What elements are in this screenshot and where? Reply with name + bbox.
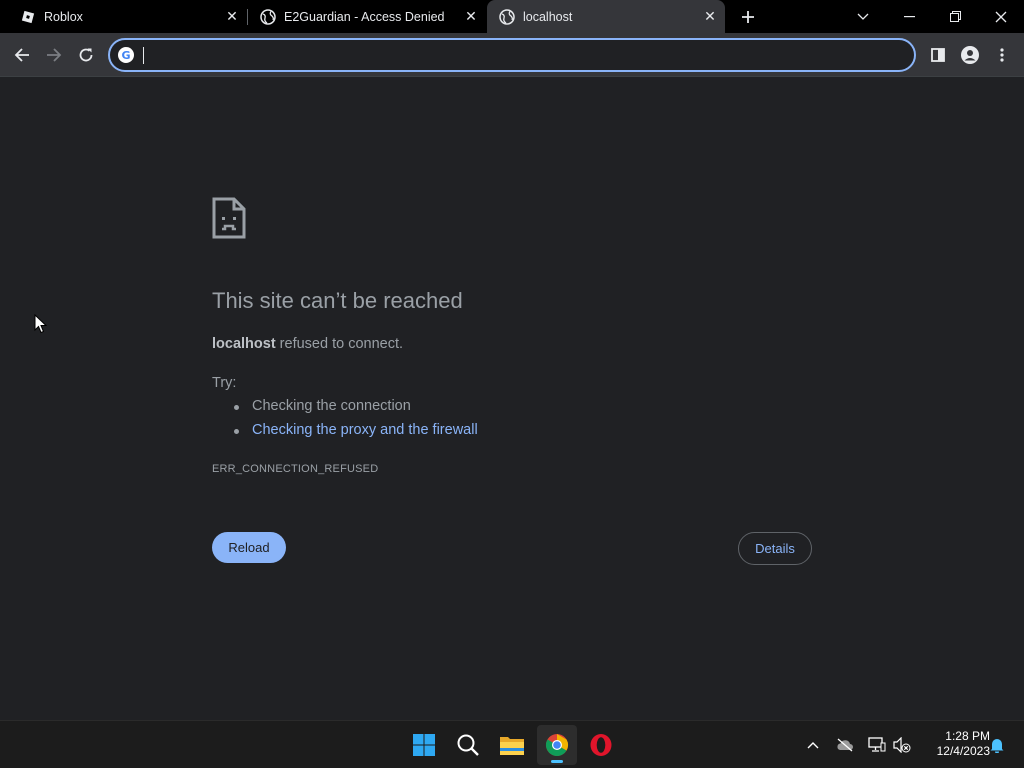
reload-toolbar-button[interactable] <box>70 39 102 71</box>
try-label: Try: <box>212 375 237 391</box>
more-vert-icon <box>1000 48 1004 62</box>
show-hidden-icons-button[interactable] <box>801 733 825 757</box>
tab-close-icon[interactable]: ✕ <box>224 8 240 24</box>
roblox-icon <box>20 9 36 25</box>
chevron-up-icon <box>807 742 819 749</box>
windows-start-button[interactable] <box>404 725 444 765</box>
forward-button[interactable] <box>38 39 70 71</box>
address-input[interactable] <box>142 44 902 66</box>
plus-icon <box>742 11 754 23</box>
menu-button[interactable] <box>986 39 1018 71</box>
opera-icon <box>590 734 612 756</box>
cloud-off-icon <box>837 738 853 752</box>
error-message-text: refused to connect. <box>275 336 404 352</box>
active-app-indicator <box>551 760 563 763</box>
chrome-taskbar-button[interactable] <box>537 725 577 765</box>
profile-button[interactable] <box>954 39 986 71</box>
details-button[interactable]: Details <box>738 532 812 565</box>
new-tab-button[interactable] <box>737 6 759 28</box>
tab-close-icon[interactable]: ✕ <box>702 8 718 24</box>
sad-page-icon <box>212 197 246 239</box>
tab-search-button[interactable] <box>840 0 886 33</box>
windows-start-icon <box>413 734 435 756</box>
refresh-icon <box>79 48 93 62</box>
network-button[interactable] <box>865 733 889 757</box>
close-window-button[interactable] <box>978 0 1024 33</box>
proxy-firewall-link[interactable]: Checking the proxy and the firewall <box>212 422 478 446</box>
tab-title: Roblox <box>44 10 83 24</box>
error-code: ERR_CONNECTION_REFUSED <box>212 463 379 475</box>
restore-icon <box>949 11 961 22</box>
address-bar[interactable]: G <box>108 38 916 72</box>
tab-e2guardian[interactable]: E2Guardian - Access Denied ✕ <box>248 0 486 33</box>
tab-localhost[interactable]: localhost ✕ <box>487 0 725 33</box>
notifications-button[interactable] <box>985 733 1009 757</box>
globe-icon <box>499 9 515 25</box>
tab-roblox[interactable]: Roblox ✕ <box>8 0 244 33</box>
error-message: localhost refused to connect. <box>212 336 403 352</box>
restore-button[interactable] <box>932 0 978 33</box>
page-content: This site can’t be reached localhost ref… <box>0 78 1024 720</box>
suggestion-list: Checking the connection Checking the pro… <box>212 398 478 446</box>
close-icon <box>995 11 1007 22</box>
clock-date: 12/4/2023 <box>936 744 990 758</box>
volume-button[interactable] <box>890 733 914 757</box>
chrome-icon <box>546 734 568 756</box>
arrow-right-icon <box>47 48 62 62</box>
side-panel-button[interactable] <box>922 39 954 71</box>
arrow-left-icon <box>14 48 29 62</box>
tab-title: localhost <box>523 10 573 24</box>
reload-button[interactable]: Reload <box>212 532 286 563</box>
file-explorer-button[interactable] <box>492 725 532 765</box>
side-panel-icon <box>931 48 945 62</box>
google-g-icon: G <box>118 47 134 63</box>
opera-taskbar-button[interactable] <box>581 725 621 765</box>
globe-icon <box>260 9 276 25</box>
search-icon <box>457 734 479 756</box>
taskbar-search-button[interactable] <box>448 725 488 765</box>
list-item: Checking the connection <box>212 398 478 422</box>
tab-close-icon[interactable]: ✕ <box>463 8 479 24</box>
tab-title: E2Guardian - Access Denied <box>284 10 445 24</box>
profile-icon <box>961 46 979 64</box>
clock[interactable]: 1:28 PM 12/4/2023 <box>918 729 990 759</box>
taskbar: 1:28 PM 12/4/2023 <box>0 720 1024 768</box>
error-title: This site can’t be reached <box>212 288 463 313</box>
onedrive-button[interactable] <box>833 733 857 757</box>
minimize-icon <box>903 15 915 17</box>
network-icon <box>868 737 886 752</box>
chevron-down-icon <box>857 13 869 20</box>
error-host: localhost <box>212 336 276 352</box>
tab-strip: Roblox ✕ E2Guardian - Access Denied ✕ lo… <box>0 0 1024 33</box>
volume-muted-icon <box>893 737 911 753</box>
text-caret <box>143 47 144 64</box>
file-explorer-icon <box>500 737 524 755</box>
back-button[interactable] <box>6 39 38 71</box>
browser-toolbar: G <box>0 33 1024 77</box>
bell-icon <box>990 739 1004 753</box>
clock-time: 1:28 PM <box>945 729 990 743</box>
minimize-button[interactable] <box>886 0 932 33</box>
mouse-pointer-icon <box>34 314 48 334</box>
